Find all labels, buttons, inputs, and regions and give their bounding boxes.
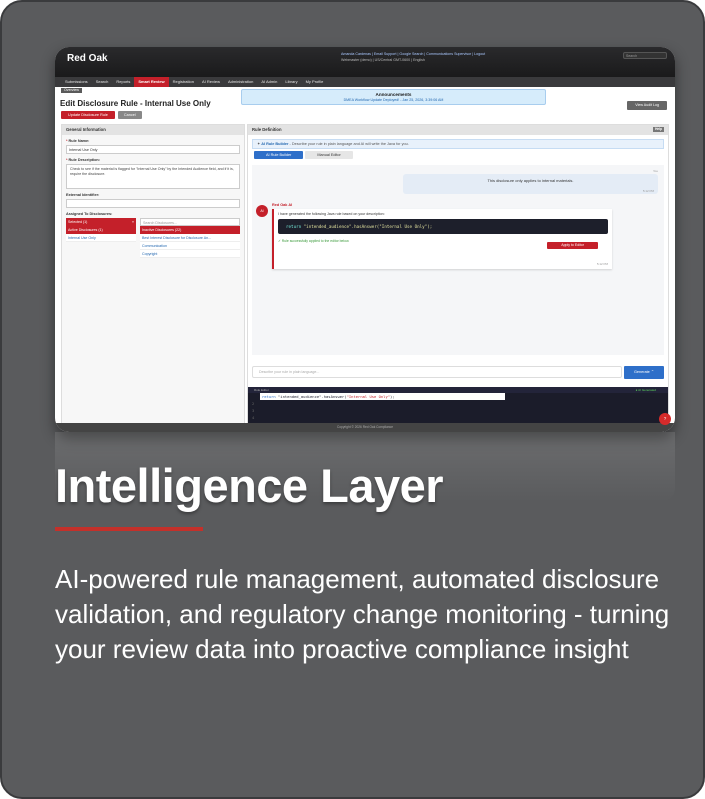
apply-to-editor-button[interactable]: Apply to Editor <box>547 242 598 249</box>
global-search-input[interactable]: Search <box>623 52 667 59</box>
rule-description-label: * Rule Description: <box>66 158 100 162</box>
cancel-button[interactable]: Cancel <box>117 111 142 119</box>
nav-item-administration[interactable]: Administration <box>224 77 257 87</box>
panel-header: General Information <box>62 125 244 135</box>
inactive-disclosures-group: Inactive Disclosures (22) <box>140 226 240 234</box>
user-message: This disclosure only applies to internal… <box>403 174 658 194</box>
general-information-panel: General Information * Rule Name: Interna… <box>61 124 245 424</box>
disclosure-assignment: Selected (1) « Active Disclosures (1) Int… <box>66 218 240 258</box>
card-headline: Intelligence Layer <box>55 459 444 512</box>
code-line[interactable]: return "intended_audience".hasAnswer("In… <box>260 393 505 400</box>
accent-underline <box>55 527 203 531</box>
chat-area: You This disclosure only applies to inte… <box>252 165 664 355</box>
list-item[interactable]: Copyright <box>140 250 240 258</box>
nav-item-search[interactable]: Search <box>92 77 113 87</box>
editor-tabs: AI Rule Builder Manual Editor <box>254 151 662 159</box>
brand-logo[interactable]: Red Oak <box>67 53 108 64</box>
available-disclosures: Search Disclosures... Inactive Disclosur… <box>140 218 240 258</box>
list-item[interactable]: Internal Use Only <box>66 234 136 242</box>
main-nav: Submissions Search Reports Smart Review … <box>55 77 675 87</box>
nav-item-library[interactable]: Library <box>281 77 301 87</box>
feature-card: Red Oak Amanda Cardenas | Email Support … <box>0 0 705 799</box>
message-time: 5:12 PM <box>596 262 608 266</box>
external-identifier-field[interactable] <box>66 199 240 208</box>
help-badge[interactable]: ? <box>659 413 671 425</box>
code-line[interactable]: 4 <box>248 414 668 421</box>
nav-item-smart-review[interactable]: Smart Review <box>134 77 169 87</box>
list-item[interactable]: Communication <box>140 242 240 250</box>
ai-avatar: AI <box>256 205 268 217</box>
message-time: 5:12 PM <box>642 189 654 193</box>
app-screenshot: Red Oak Amanda Cardenas | Email Support … <box>55 47 675 432</box>
user-label: You <box>652 169 658 173</box>
page-title: Edit Disclosure Rule - Internal Use Only <box>60 99 211 108</box>
user-info: Amanda Cardenas | Email Support | Google… <box>341 51 485 63</box>
rule-name-field[interactable]: Internal Use Only <box>66 145 240 154</box>
nav-item-submissions[interactable]: Submissions <box>61 77 92 87</box>
ai-response: I have generated the following Java rule… <box>272 209 612 269</box>
announcement-banner: Announcements DMEA Workflow Update Deplo… <box>241 89 546 105</box>
code-line[interactable]: 3 <box>248 407 668 414</box>
card-description: AI-powered rule management, automated di… <box>55 564 670 664</box>
selected-header: Selected (1) « <box>66 218 136 226</box>
ai-builder-banner: ✦ AI Rule Builder - Describe your rule i… <box>252 139 664 149</box>
top-bar: Red Oak Amanda Cardenas | Email Support … <box>55 47 675 77</box>
tab-manual-editor[interactable]: Manual Editor <box>305 151 353 159</box>
nav-item-ai-review[interactable]: AI Review <box>198 77 224 87</box>
nav-item-my-profile[interactable]: My Profile <box>302 77 328 87</box>
view-audit-log-button[interactable]: View Audit Log <box>627 101 667 110</box>
remove-all-icon[interactable]: « <box>132 218 134 226</box>
tab-ai-rule-builder[interactable]: AI Rule Builder <box>254 151 304 159</box>
nav-item-reports[interactable]: Reports <box>112 77 134 87</box>
rule-prompt-input[interactable]: Describe your rule in plain language... <box>252 366 622 378</box>
announcement-link[interactable]: DMEA Workflow Update Deployed! - Jan 25,… <box>242 98 545 102</box>
nav-item-ai-admin[interactable]: AI Admin <box>257 77 281 87</box>
generated-code-block: return "intended_audience".hasAnswer("In… <box>278 219 608 234</box>
code-line[interactable]: 2 <box>248 400 668 407</box>
rule-name-label: * Rule Name: <box>66 139 90 143</box>
rule-definition-panel: Rule Definition Help ✦ AI Rule Builder - … <box>247 124 669 432</box>
announcement-title: Announcements <box>375 92 412 97</box>
list-item[interactable]: Best Interest Disclosure for Disclosure … <box>140 234 240 242</box>
rule-description-field[interactable]: Check to see if the material is flagged … <box>66 164 240 189</box>
external-identifier-label: External Identifier: <box>66 193 100 197</box>
app-footer: Copyright © 2026 Red Oak Compliance <box>55 423 675 432</box>
app-window: Red Oak Amanda Cardenas | Email Support … <box>55 47 675 432</box>
top-sub: Webmaster (demo) | US/Central GMT-0600 |… <box>341 58 425 62</box>
assigned-disclosures-label: Assigned To Disclosures: <box>66 212 113 216</box>
breadcrumb[interactable]: Overview <box>61 88 82 93</box>
action-buttons: Update Disclosure Rule Cancel <box>61 111 142 119</box>
generate-button[interactable]: Generate ⌃ <box>624 366 664 379</box>
active-disclosures-group: Active Disclosures (1) <box>66 226 136 234</box>
editor-status: ● AI Generated <box>635 388 656 392</box>
panel-header: Rule Definition Help <box>248 125 668 135</box>
ai-intro-text: I have generated the following Java rule… <box>278 212 385 216</box>
ai-name: Red Oak AI <box>272 203 293 207</box>
update-rule-button[interactable]: Update Disclosure Rule <box>61 111 115 119</box>
help-button[interactable]: Help <box>653 127 664 132</box>
nav-item-registration[interactable]: Registration <box>169 77 198 87</box>
selected-disclosures: Selected (1) « Active Disclosures (1) Int… <box>66 218 136 258</box>
disclosure-search-input[interactable]: Search Disclosures... <box>140 218 240 226</box>
